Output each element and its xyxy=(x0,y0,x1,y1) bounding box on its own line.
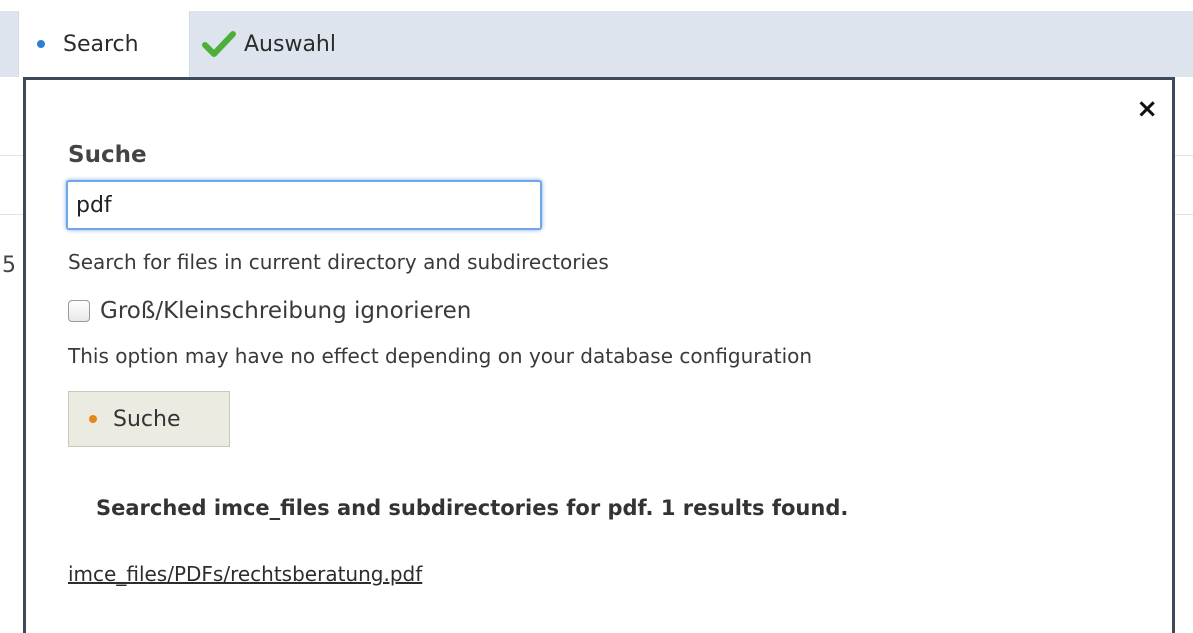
bullet-icon xyxy=(37,40,45,48)
search-submit-button[interactable]: Suche xyxy=(68,391,230,447)
search-popup: × Suche Search for files in current dire… xyxy=(23,77,1175,633)
search-input[interactable] xyxy=(66,180,542,230)
result-summary: Searched imce_files and subdirectories f… xyxy=(96,496,849,520)
checkmark-icon xyxy=(202,31,236,57)
search-label: Suche xyxy=(68,142,147,168)
search-submit-label: Suche xyxy=(113,406,181,432)
screen: Search Auswahl 5 × Suche Search for file… xyxy=(0,0,1193,633)
tab-search[interactable]: Search xyxy=(18,11,190,77)
search-help-text: Search for files in current directory an… xyxy=(68,250,609,274)
case-insensitive-option: Groß/Kleinschreibung ignorieren xyxy=(68,298,471,324)
tab-search-label: Search xyxy=(63,31,139,57)
tab-auswahl[interactable]: Auswahl xyxy=(196,11,336,77)
case-help-text: This option may have no effect depending… xyxy=(68,344,813,368)
case-insensitive-checkbox[interactable] xyxy=(68,300,90,322)
result-link[interactable]: imce_files/PDFs/rechtsberatung.pdf xyxy=(68,562,422,586)
case-insensitive-label[interactable]: Groß/Kleinschreibung ignorieren xyxy=(100,298,471,324)
close-icon[interactable]: × xyxy=(1136,96,1158,122)
background-partial-text: 5 xyxy=(2,253,16,278)
bullet-icon xyxy=(89,415,97,423)
tab-auswahl-label: Auswahl xyxy=(244,31,336,57)
